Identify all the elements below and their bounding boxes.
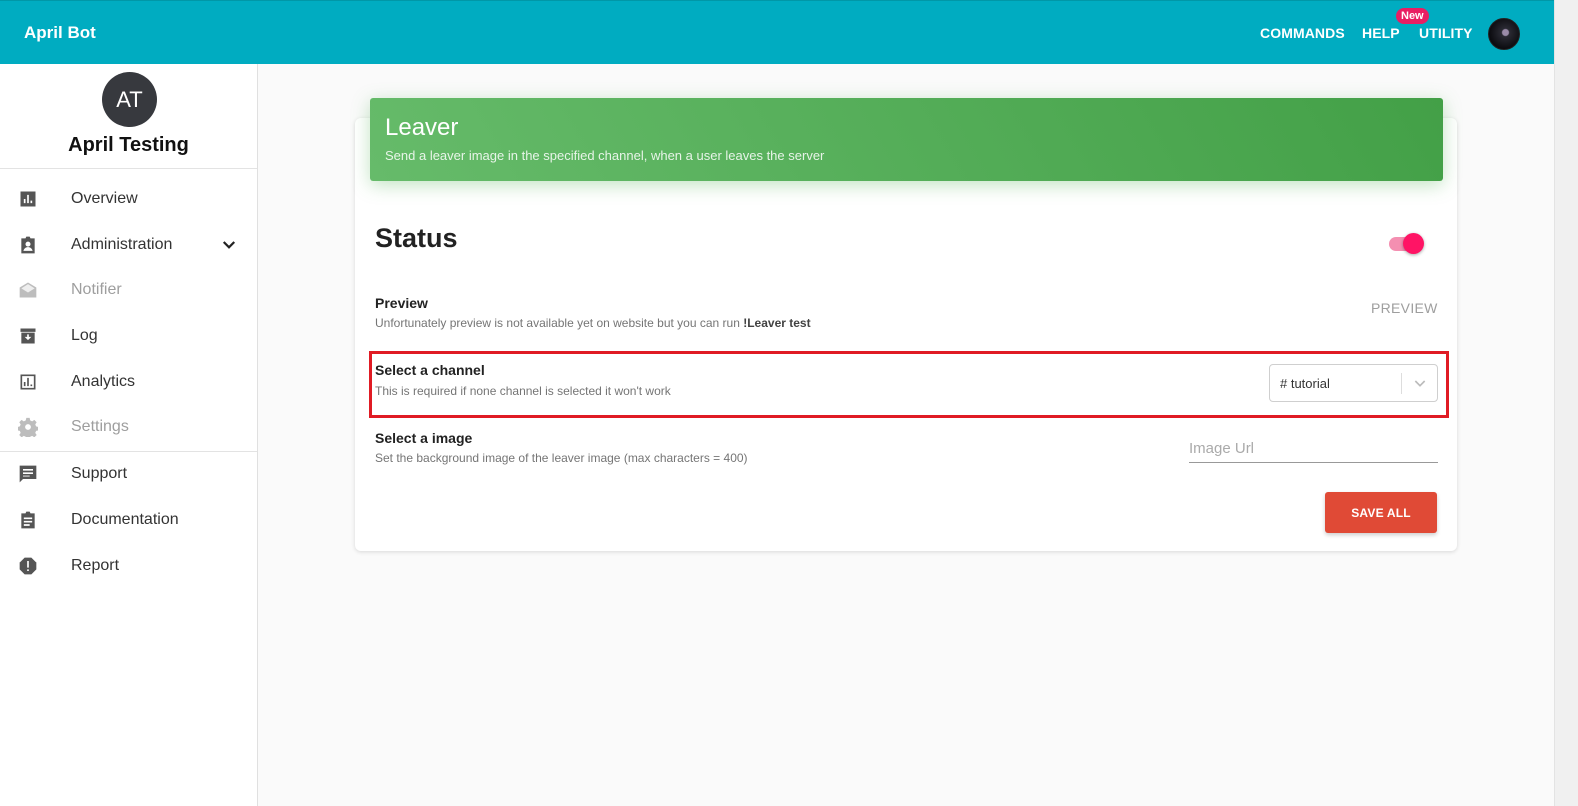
status-toggle[interactable] [1389,232,1425,254]
archive-icon [20,328,36,344]
bar-chart-icon [20,191,36,207]
mail-open-icon [19,282,37,298]
status-title: Status [375,223,458,253]
preview-command: !Leaver test [743,316,811,330]
chevron-down-icon[interactable] [220,236,238,254]
card-subtitle: Send a leaver image in the specified cha… [385,148,825,163]
guild-avatar: AT [102,72,157,127]
leaver-card [355,118,1457,551]
sidebar-item-documentation[interactable]: Documentation [0,500,257,540]
chevron-down-icon[interactable] [1412,375,1428,391]
nav-commands-link[interactable]: COMMANDS [1260,25,1345,41]
image-desc: Set the background image of the leaver i… [375,451,748,465]
select-separator [1401,373,1402,394]
channel-select[interactable]: # tutorial [1269,364,1438,402]
sidebar-divider [0,168,257,169]
badge-icon [21,236,35,254]
sidebar-divider [0,451,257,452]
guild-name: April Testing [68,134,189,156]
sidebar-item-notifier[interactable]: Notifier [0,270,257,310]
card-title: Leaver [385,114,459,141]
preview-desc: Unfortunately preview is not available y… [375,316,811,330]
sidebar-item-label: Analytics [71,373,136,390]
image-url-input[interactable] [1189,434,1438,463]
preview-title: Preview [375,295,428,311]
channel-desc: This is required if none channel is sele… [375,384,671,398]
channel-title: Select a channel [375,362,485,378]
image-title: Select a image [375,430,473,446]
channel-select-value: # tutorial [1280,376,1330,391]
sidebar-item-label: Support [71,465,128,482]
sidebar-item-label: Log [71,327,98,344]
sidebar: AT April Testing Overview Administration… [0,64,258,806]
clipboard-icon [21,511,35,529]
gear-icon [18,417,38,437]
sidebar-item-support[interactable]: Support [0,454,257,494]
toggle-thumb [1403,233,1424,254]
page-scrollbar[interactable] [1554,0,1578,806]
card-header: Leaver Send a leaver image in the specif… [370,98,1443,181]
sidebar-item-administration[interactable]: Administration [0,225,257,265]
sidebar-item-analytics[interactable]: Analytics [0,362,257,402]
sidebar-item-label: Report [71,557,120,574]
new-badge: New [1396,8,1429,24]
save-all-button[interactable]: SAVE ALL [1325,492,1437,533]
brand-title[interactable]: April Bot [24,23,96,43]
chat-icon [19,465,37,483]
preview-button[interactable]: PREVIEW [1371,300,1438,316]
sidebar-item-label: Notifier [71,281,122,298]
sidebar-item-overview[interactable]: Overview [0,179,257,219]
analytics-icon [20,374,36,390]
alert-octagon-icon [19,557,37,575]
sidebar-item-settings[interactable]: Settings [0,407,257,447]
sidebar-item-label: Settings [71,418,129,435]
sidebar-item-label: Overview [71,190,138,207]
top-app-bar: April Bot COMMANDS HELP New UTILITY [0,0,1554,64]
sidebar-item-report[interactable]: Report [0,546,257,586]
nav-utility-link[interactable]: UTILITY [1419,25,1473,41]
user-avatar[interactable] [1488,18,1520,50]
sidebar-item-label: Documentation [71,511,179,528]
sidebar-item-log[interactable]: Log [0,316,257,356]
sidebar-item-label: Administration [71,236,173,253]
nav-help-link[interactable]: HELP [1362,25,1400,41]
